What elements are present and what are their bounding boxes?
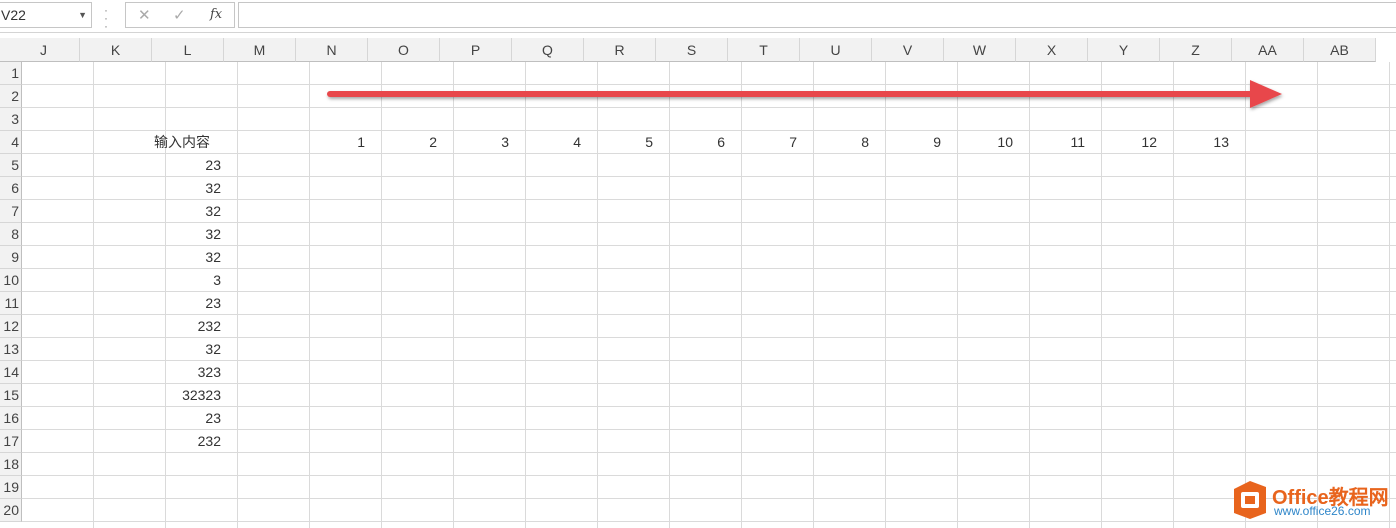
- row-header-19[interactable]: 19: [0, 476, 22, 499]
- row-header-4[interactable]: 4: [0, 131, 22, 154]
- row-header-1[interactable]: 1: [0, 62, 22, 85]
- column-header-s[interactable]: S: [656, 38, 728, 62]
- more-options-icon[interactable]: · · ·: [104, 4, 108, 32]
- row-header-10[interactable]: 10: [0, 269, 22, 292]
- formula-input[interactable]: [238, 2, 1396, 28]
- formula-bar: V22 ▼ · · · ✕ ✓ fx: [0, 0, 1396, 33]
- column-header-u[interactable]: U: [800, 38, 872, 62]
- column-header-o[interactable]: O: [368, 38, 440, 62]
- column-header-k[interactable]: K: [80, 38, 152, 62]
- cancel-icon[interactable]: ✕: [138, 6, 151, 24]
- row-header-13[interactable]: 13: [0, 338, 22, 361]
- row-header-14[interactable]: 14: [0, 361, 22, 384]
- watermark-url: www.office26.com: [1274, 504, 1371, 518]
- row-header-7[interactable]: 7: [0, 200, 22, 223]
- column-header-l[interactable]: L: [152, 38, 224, 62]
- spreadsheet-grid: J K L M N O P Q R S T U V W X Y Z AA AB 1 2 3 4 5 6 7 8 9 10 11 12 13 1…: [0, 38, 1396, 528]
- row-header-18[interactable]: 18: [0, 453, 22, 476]
- row-header-5[interactable]: 5: [0, 154, 22, 177]
- right-arrow-annotation: [327, 80, 1282, 108]
- column-header-m[interactable]: M: [224, 38, 296, 62]
- column-header-r[interactable]: R: [584, 38, 656, 62]
- enter-icon[interactable]: ✓: [173, 6, 186, 24]
- row-header-15[interactable]: 15: [0, 384, 22, 407]
- row-header-6[interactable]: 6: [0, 177, 22, 200]
- column-header-t[interactable]: T: [728, 38, 800, 62]
- insert-function-icon[interactable]: fx: [210, 7, 222, 22]
- row-header-16[interactable]: 16: [0, 407, 22, 430]
- column-header-y[interactable]: Y: [1088, 38, 1160, 62]
- chevron-down-icon[interactable]: ▼: [78, 3, 87, 27]
- column-header-v[interactable]: V: [872, 38, 944, 62]
- column-header-ab[interactable]: AB: [1304, 38, 1376, 62]
- row-header-17[interactable]: 17: [0, 430, 22, 453]
- row-header-20[interactable]: 20: [0, 499, 22, 522]
- watermark-logo: Office教程网 www.office26.com: [1232, 478, 1396, 524]
- column-header-n[interactable]: N: [296, 38, 368, 62]
- office-logo-icon: [1234, 481, 1266, 519]
- row-header-3[interactable]: 3: [0, 108, 22, 131]
- column-header-j[interactable]: J: [8, 38, 80, 62]
- row-header-11[interactable]: 11: [0, 292, 22, 315]
- row-header-12[interactable]: 12: [0, 315, 22, 338]
- row-header-2[interactable]: 2: [0, 85, 22, 108]
- column-header-p[interactable]: P: [440, 38, 512, 62]
- column-header-x[interactable]: X: [1016, 38, 1088, 62]
- column-header-q[interactable]: Q: [512, 38, 584, 62]
- cell-area[interactable]: 输入内容 23 32 32 32 32 3 23 232 32 323 32323 23 232 1 2 3 4 5…: [22, 62, 1396, 528]
- name-box-value: V22: [1, 7, 26, 23]
- row-header-9[interactable]: 9: [0, 246, 22, 269]
- name-box[interactable]: V22 ▼: [0, 2, 92, 28]
- column-header-z[interactable]: Z: [1160, 38, 1232, 62]
- column-header-w[interactable]: W: [944, 38, 1016, 62]
- column-header-aa[interactable]: AA: [1232, 38, 1304, 62]
- row-header-8[interactable]: 8: [0, 223, 22, 246]
- formula-buttons: ✕ ✓ fx: [125, 2, 235, 28]
